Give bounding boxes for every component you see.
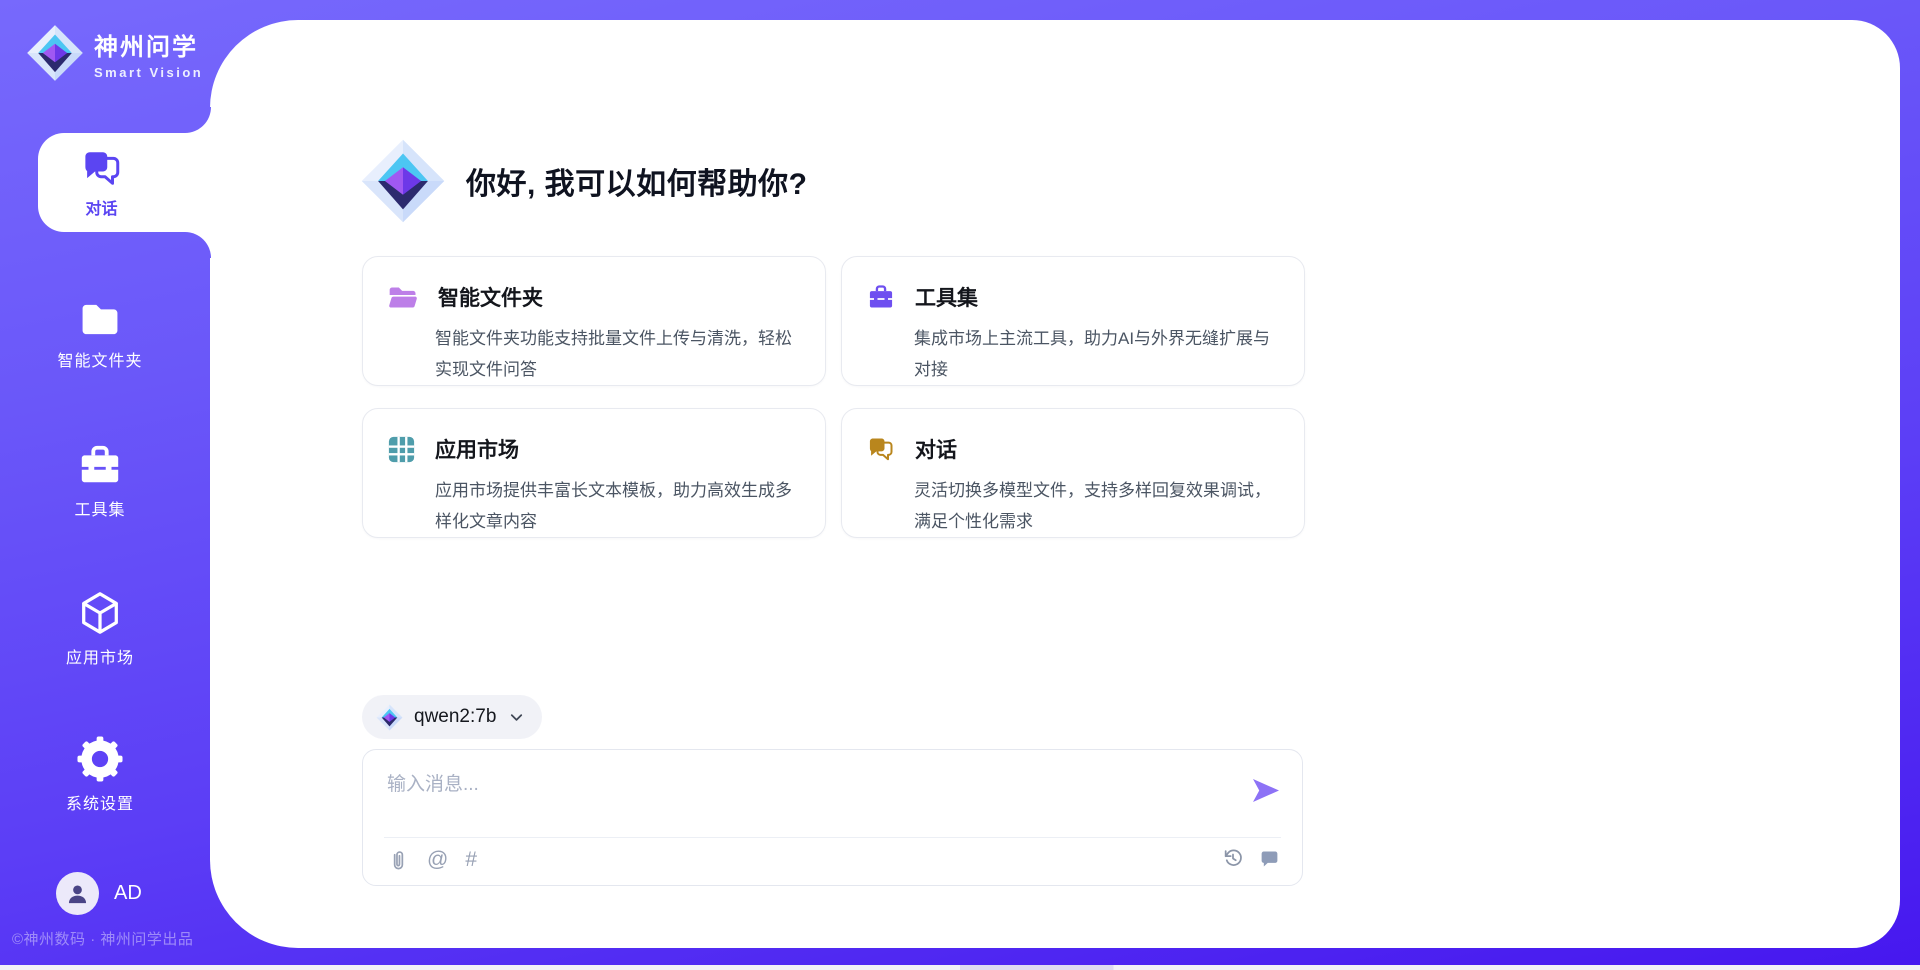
card-chat[interactable]: 对话 灵活切换多模型文件，支持多样回复效果调试，满足个性化需求	[841, 408, 1305, 538]
logo-gem-icon	[376, 704, 403, 731]
gear-icon	[77, 736, 123, 782]
avatar	[56, 872, 99, 915]
message-input[interactable]: 输入消息...	[387, 769, 1242, 829]
card-title: 应用市场	[435, 434, 519, 464]
at-icon[interactable]: @	[427, 847, 448, 873]
user-profile[interactable]: AD	[56, 872, 142, 915]
sidebar-item-label: 工具集	[74, 496, 125, 520]
card-toolset[interactable]: 工具集 集成市场上主流工具，助力AI与外界无缝扩展与对接	[841, 256, 1305, 386]
card-app-market[interactable]: 应用市场 应用市场提供丰富长文本模板，助力高效生成多样化文章内容	[362, 408, 826, 538]
user-icon	[65, 881, 90, 906]
folder-open-icon	[388, 285, 418, 310]
logo-gem-icon	[360, 138, 446, 224]
tab-fillet-top	[185, 107, 211, 133]
greeting-title: 你好, 我可以如何帮助你?	[466, 159, 808, 203]
sidebar-item-label: 系统设置	[66, 790, 134, 814]
card-title: 对话	[915, 434, 957, 464]
card-description: 应用市场提供丰富长文本模板，助力高效生成多样化文章内容	[435, 475, 801, 537]
sidebar-item-label: 应用市场	[66, 644, 134, 668]
input-placeholder: 输入消息...	[387, 774, 479, 795]
card-title: 工具集	[915, 282, 978, 312]
sidebar-item-toolset[interactable]: 工具集	[0, 442, 200, 520]
chevron-down-icon	[507, 708, 526, 727]
card-description: 灵活切换多模型文件，支持多样回复效果调试，满足个性化需求	[914, 475, 1280, 537]
chat-bubbles-icon	[867, 435, 895, 463]
paperclip-icon[interactable]	[387, 849, 410, 872]
card-description: 智能文件夹功能支持批量文件上传与清洗，轻松实现文件问答	[435, 323, 801, 385]
cube-icon	[77, 590, 123, 636]
send-icon[interactable]	[1253, 779, 1279, 802]
sidebar-item-settings[interactable]: 系统设置	[0, 736, 200, 814]
sidebar-item-label: 对话	[85, 195, 117, 219]
toolbox-icon	[77, 442, 123, 488]
chat-bubbles-icon	[81, 147, 123, 189]
tab-fillet-bottom	[185, 232, 211, 258]
app-logo: 神州问学 Smart Vision	[26, 24, 203, 82]
welcome-header: 你好, 我可以如何帮助你?	[360, 138, 808, 224]
app-subtitle: Smart Vision	[94, 65, 203, 80]
model-selector[interactable]: qwen2:7b	[362, 695, 542, 739]
profile-name: AD	[114, 882, 142, 905]
briefcase-icon	[867, 283, 895, 311]
horizontal-scrollbar[interactable]	[0, 965, 1920, 970]
comment-icon[interactable]	[1259, 848, 1280, 869]
card-description: 集成市场上主流工具，助力AI与外界无缝扩展与对接	[914, 323, 1280, 385]
card-smart-folder[interactable]: 智能文件夹 智能文件夹功能支持批量文件上传与清洗，轻松实现文件问答	[362, 256, 826, 386]
app-title: 神州问学	[94, 27, 203, 62]
sidebar-item-smart-folder[interactable]: 智能文件夹	[0, 300, 200, 371]
copyright-text: ©神州数码 · 神州问学出品	[12, 928, 193, 949]
composer-divider	[384, 837, 1281, 838]
sidebar-item-app-market[interactable]: 应用市场	[0, 590, 200, 668]
sidebar-item-label: 智能文件夹	[57, 347, 142, 371]
sidebar-item-chat[interactable]: 对话	[38, 133, 211, 232]
folder-icon	[78, 300, 122, 339]
logo-gem-icon	[26, 24, 84, 82]
card-title: 智能文件夹	[438, 282, 543, 312]
message-composer: 输入消息... @ #	[362, 749, 1303, 886]
hash-icon[interactable]: #	[465, 847, 477, 873]
feature-cards: 智能文件夹 智能文件夹功能支持批量文件上传与清洗，轻松实现文件问答 工具集 集成…	[362, 256, 1305, 538]
history-icon[interactable]	[1222, 847, 1244, 869]
grid-icon	[388, 436, 415, 463]
model-name: qwen2:7b	[414, 706, 496, 728]
